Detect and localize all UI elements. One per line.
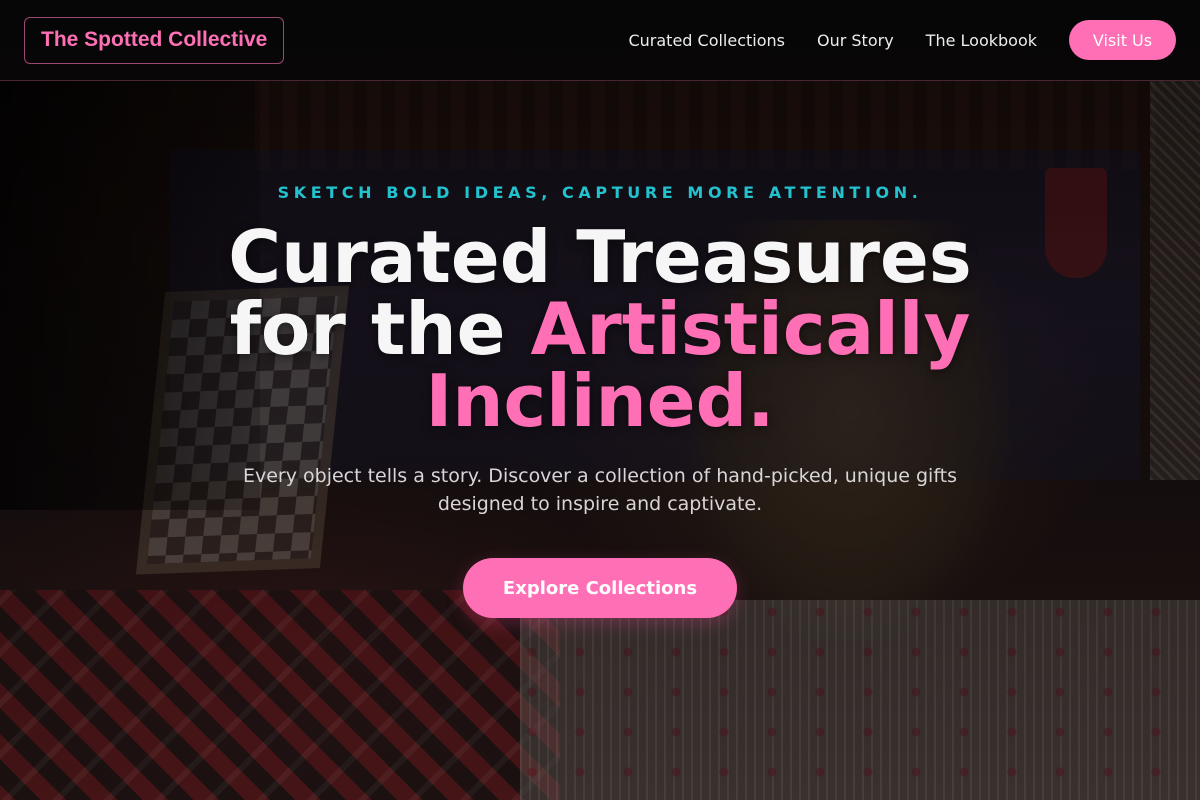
- hero-headline: Curated Treasures for the Artistically I…: [0, 221, 1200, 437]
- nav-link-curated-collections[interactable]: Curated Collections: [628, 31, 785, 50]
- hero-section: SKETCH BOLD IDEAS, CAPTURE MORE ATTENTIO…: [0, 81, 1200, 800]
- nav-link-lookbook[interactable]: The Lookbook: [926, 31, 1037, 50]
- hero-tagline: SKETCH BOLD IDEAS, CAPTURE MORE ATTENTIO…: [277, 183, 923, 202]
- explore-collections-button[interactable]: Explore Collections: [463, 558, 737, 618]
- main-nav: Curated Collections Our Story The Lookbo…: [628, 20, 1176, 60]
- nav-link-our-story[interactable]: Our Story: [817, 31, 894, 50]
- visit-us-button[interactable]: Visit Us: [1069, 20, 1176, 60]
- hero-subtitle: Every object tells a story. Discover a c…: [210, 462, 990, 518]
- site-header: The Spotted Collective Curated Collectio…: [0, 0, 1200, 81]
- subtitle-line-1: Every object tells a story. Discover a c…: [242, 465, 958, 487]
- headline-accent-inclined: Inclined.: [425, 359, 775, 443]
- subtitle-line-2: designed to inspire and captivate.: [437, 493, 763, 515]
- brand-logo[interactable]: The Spotted Collective: [24, 16, 285, 64]
